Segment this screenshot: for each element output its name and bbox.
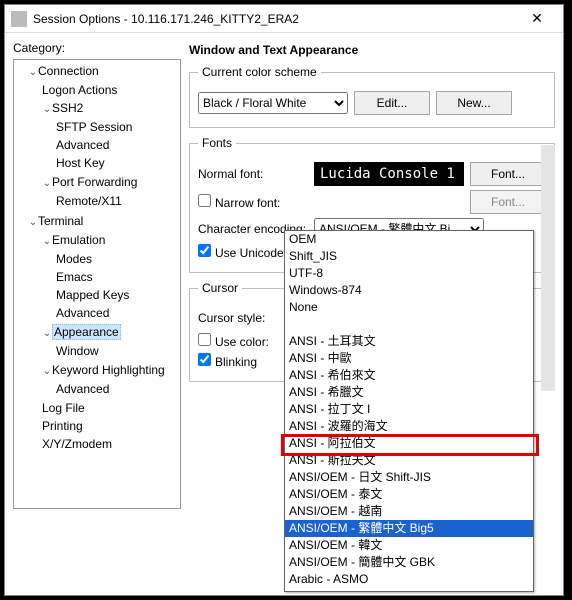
encoding-option[interactable] xyxy=(285,316,533,333)
category-label: Category: xyxy=(13,41,181,55)
encoding-option[interactable]: ANSI/OEM - 韓文 xyxy=(285,537,533,554)
tree-logfile[interactable]: Log File xyxy=(42,399,180,417)
panel-heading: Window and Text Appearance xyxy=(189,43,555,57)
narrow-font-checkbox[interactable]: Narrow font: xyxy=(198,194,280,210)
tree-logon[interactable]: Logon Actions xyxy=(42,81,180,99)
encoding-option[interactable]: ANSI/OEM - 簡體中文 GBK xyxy=(285,554,533,571)
encoding-option[interactable]: UTF-8 xyxy=(285,265,533,282)
edit-scheme-button[interactable]: Edit... xyxy=(354,91,430,115)
encoding-option[interactable]: ANSI/OEM - 越南 xyxy=(285,503,533,520)
color-scheme-legend: Current color scheme xyxy=(198,65,321,79)
tree-window[interactable]: Window xyxy=(56,342,180,360)
collapse-icon[interactable]: ⌄ xyxy=(28,215,38,231)
encoding-option[interactable]: OEM xyxy=(285,231,533,248)
tree-emulation[interactable]: ⌄Emulation Modes Emacs Mapped Keys Advan… xyxy=(42,231,180,323)
encoding-option[interactable]: ANSI - 土耳其文 xyxy=(285,333,533,350)
collapse-icon[interactable]: ⌄ xyxy=(42,326,52,342)
tree-terminal[interactable]: ⌄Terminal ⌄Emulation Modes Emacs Mapped … xyxy=(28,212,180,454)
tree-modes[interactable]: Modes xyxy=(56,250,180,268)
normal-font-preview: Lucida Console 1 xyxy=(314,162,464,186)
encoding-option[interactable]: ANSI - 希伯來文 xyxy=(285,367,533,384)
color-scheme-group: Current color scheme Black / Floral Whit… xyxy=(189,65,555,128)
collapse-icon[interactable]: ⌄ xyxy=(42,234,52,250)
encoding-option[interactable]: ANSI - 波羅的海文 xyxy=(285,418,533,435)
close-button[interactable]: ✕ xyxy=(517,10,557,27)
use-color-checkbox[interactable]: Use color: xyxy=(198,333,269,349)
normal-font-label: Normal font: xyxy=(198,167,308,181)
color-scheme-select[interactable]: Black / Floral White xyxy=(198,92,348,114)
fonts-legend: Fonts xyxy=(198,136,236,150)
encoding-dropdown[interactable]: OEMShift_JISUTF-8Windows-874None ANSI - … xyxy=(284,230,534,592)
window-title: Session Options - 10.116.171.246_KITTY2_… xyxy=(33,12,517,26)
encoding-option[interactable]: ANSI - 希臘文 xyxy=(285,384,533,401)
normal-font-button[interactable]: Font... xyxy=(470,162,546,186)
encoding-option[interactable]: ANSI/OEM - 日文 Shift-JIS xyxy=(285,469,533,486)
encoding-option[interactable]: Windows-874 xyxy=(285,282,533,299)
tree-printing[interactable]: Printing xyxy=(42,417,180,435)
tree-ssh2[interactable]: ⌄SSH2 SFTP Session Advanced Host Key xyxy=(42,99,180,173)
category-tree[interactable]: ⌄Connection Logon Actions ⌄SSH2 SFTP Ses… xyxy=(13,59,181,509)
tree-emacs[interactable]: Emacs xyxy=(56,268,180,286)
collapse-icon[interactable]: ⌄ xyxy=(42,364,52,380)
tree-advanced[interactable]: Advanced xyxy=(56,304,180,322)
tree-mapped[interactable]: Mapped Keys xyxy=(56,286,180,304)
tree-portfwd[interactable]: ⌄Port Forwarding Remote/X11 xyxy=(42,173,180,211)
encoding-option[interactable]: Shift_JIS xyxy=(285,248,533,265)
collapse-icon[interactable]: ⌄ xyxy=(28,65,38,81)
encoding-option[interactable]: Arabic Trsprnt ASMO xyxy=(285,588,533,592)
tree-xyz[interactable]: X/Y/Zmodem xyxy=(42,435,180,453)
cursor-legend: Cursor xyxy=(198,281,242,295)
tree-sftp[interactable]: SFTP Session xyxy=(56,118,180,136)
encoding-option[interactable]: None xyxy=(285,299,533,316)
app-icon xyxy=(11,11,27,27)
narrow-font-button: Font... xyxy=(470,190,546,214)
tree-advanced[interactable]: Advanced xyxy=(56,380,180,398)
encoding-option[interactable]: ANSI - 中歐 xyxy=(285,350,533,367)
tree-appearance[interactable]: ⌄Appearance Window xyxy=(42,323,180,361)
tree-keyword[interactable]: ⌄Keyword Highlighting Advanced xyxy=(42,361,180,399)
new-scheme-button[interactable]: New... xyxy=(436,91,512,115)
encoding-option[interactable]: ANSI - 拉丁文 I xyxy=(285,401,533,418)
collapse-icon[interactable]: ⌄ xyxy=(42,176,52,192)
encoding-option[interactable]: ANSI/OEM - 泰文 xyxy=(285,486,533,503)
blinking-checkbox[interactable]: Blinking xyxy=(198,353,257,369)
tree-remotex11[interactable]: Remote/X11 xyxy=(56,192,180,210)
tree-connection[interactable]: ⌄Connection Logon Actions ⌄SSH2 SFTP Ses… xyxy=(28,62,180,212)
title-bar: Session Options - 10.116.171.246_KITTY2_… xyxy=(5,5,563,33)
collapse-icon[interactable]: ⌄ xyxy=(42,102,52,118)
cursor-style-label: Cursor style: xyxy=(198,311,278,325)
encoding-option[interactable]: ANSI - 阿拉伯文 xyxy=(285,435,533,452)
encoding-option[interactable]: ANSI - 斯拉夫文 xyxy=(285,452,533,469)
encoding-option[interactable]: Arabic - ASMO xyxy=(285,571,533,588)
tree-hostkey[interactable]: Host Key xyxy=(56,154,180,172)
encoding-option[interactable]: ANSI/OEM - 繁體中文 Big5 xyxy=(285,520,533,537)
panel-scrollbar[interactable] xyxy=(541,145,555,391)
tree-advanced[interactable]: Advanced xyxy=(56,136,180,154)
